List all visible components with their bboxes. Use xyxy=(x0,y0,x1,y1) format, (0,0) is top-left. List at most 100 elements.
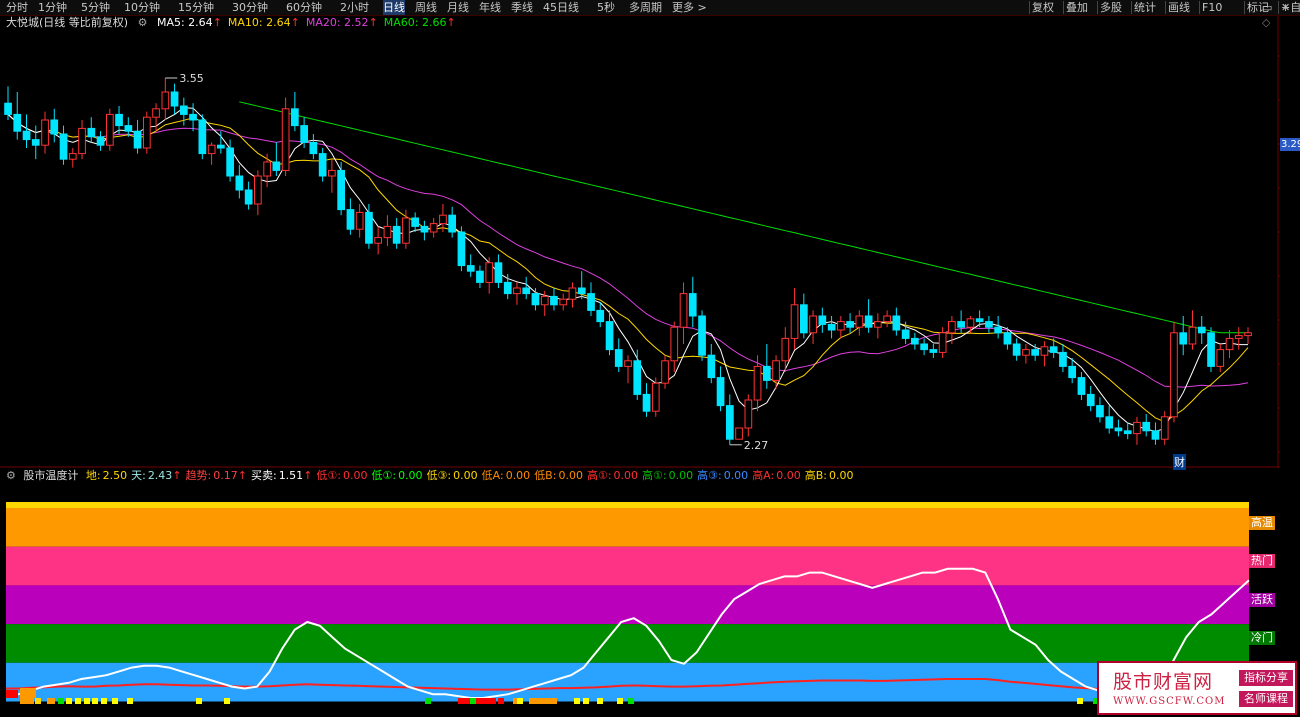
candle[interactable] xyxy=(207,144,216,155)
candle[interactable] xyxy=(883,315,891,323)
candle[interactable] xyxy=(633,360,642,395)
candle[interactable] xyxy=(735,427,743,440)
candle[interactable] xyxy=(291,108,299,127)
candle[interactable] xyxy=(1049,346,1058,353)
candle[interactable] xyxy=(670,326,679,362)
candle[interactable] xyxy=(485,262,494,283)
candle[interactable] xyxy=(1012,343,1021,356)
candle[interactable] xyxy=(226,147,235,177)
candle[interactable] xyxy=(975,318,984,323)
candle[interactable] xyxy=(59,133,68,160)
candle[interactable] xyxy=(744,399,753,429)
candle[interactable] xyxy=(763,365,771,381)
toolbar-button-5[interactable]: F10 xyxy=(1202,0,1222,15)
candle[interactable] xyxy=(716,377,725,407)
candle[interactable] xyxy=(189,113,197,121)
candle[interactable] xyxy=(957,321,965,328)
candle[interactable] xyxy=(1216,349,1225,367)
candle[interactable] xyxy=(1105,416,1114,429)
candle[interactable] xyxy=(994,326,1002,334)
candle[interactable] xyxy=(13,113,22,132)
candle[interactable] xyxy=(1133,421,1141,435)
candle[interactable] xyxy=(938,332,947,353)
period-tab-14[interactable]: 5秒 xyxy=(597,0,615,15)
candle[interactable] xyxy=(429,223,438,233)
candle[interactable] xyxy=(1022,349,1030,356)
candle[interactable] xyxy=(78,127,86,155)
candle[interactable] xyxy=(1225,337,1234,351)
period-tab-8[interactable]: 日线 xyxy=(383,0,405,15)
candle[interactable] xyxy=(522,287,531,295)
candle[interactable] xyxy=(1096,405,1104,418)
candle[interactable] xyxy=(911,337,919,345)
candle[interactable] xyxy=(679,293,688,328)
period-tab-3[interactable]: 10分钟 xyxy=(124,0,160,15)
candle[interactable] xyxy=(31,139,40,146)
candle[interactable] xyxy=(1151,430,1160,440)
toolbar-button-0[interactable]: 复权 xyxy=(1032,0,1054,15)
candle[interactable] xyxy=(901,329,910,339)
candle[interactable] xyxy=(688,293,697,317)
candle[interactable] xyxy=(124,125,133,132)
candle[interactable] xyxy=(1188,326,1197,345)
candle[interactable] xyxy=(115,113,123,127)
candle[interactable] xyxy=(170,91,179,107)
candle[interactable] xyxy=(244,189,253,205)
candle[interactable] xyxy=(1040,346,1049,356)
candle[interactable] xyxy=(87,127,96,138)
candle[interactable] xyxy=(577,287,586,295)
period-tab-10[interactable]: 月线 xyxy=(447,0,469,15)
candle[interactable] xyxy=(41,119,49,146)
restore-icon[interactable]: ▭ xyxy=(1262,1,1272,14)
candle[interactable] xyxy=(439,214,447,225)
period-tab-16[interactable]: 更多 > xyxy=(672,0,707,15)
toolbar-button-3[interactable]: 统计 xyxy=(1134,0,1156,15)
candle[interactable] xyxy=(929,349,938,353)
candle[interactable] xyxy=(513,287,521,295)
period-tab-11[interactable]: 年线 xyxy=(479,0,501,15)
candle[interactable] xyxy=(133,130,142,149)
candle[interactable] xyxy=(337,169,345,211)
candle[interactable] xyxy=(143,116,151,149)
candle[interactable] xyxy=(383,225,392,239)
candle[interactable] xyxy=(392,225,401,244)
candle[interactable] xyxy=(818,315,827,325)
period-tab-9[interactable]: 周线 xyxy=(415,0,437,15)
watermark-tag-share[interactable]: 指标分享 xyxy=(1239,670,1293,686)
candle[interactable] xyxy=(1207,332,1215,367)
candle[interactable] xyxy=(235,175,244,191)
toolbar-button-4[interactable]: 画线 xyxy=(1168,0,1190,15)
period-tab-13[interactable]: 45日线 xyxy=(543,0,579,15)
close-icon[interactable]: ✕ xyxy=(1281,1,1290,14)
candle[interactable] xyxy=(374,237,382,244)
candle[interactable] xyxy=(790,304,799,339)
candle[interactable] xyxy=(309,141,318,155)
candle[interactable] xyxy=(837,321,845,331)
candle[interactable] xyxy=(263,161,271,177)
candle[interactable] xyxy=(1086,393,1095,407)
watermark-tag-course[interactable]: 名师课程 xyxy=(1239,691,1293,707)
diamond-icon[interactable]: ◇ xyxy=(1262,16,1271,29)
candle[interactable] xyxy=(503,281,512,295)
candle[interactable] xyxy=(874,321,882,328)
candle[interactable] xyxy=(106,113,114,146)
candle[interactable] xyxy=(355,211,364,230)
candle[interactable] xyxy=(365,211,373,244)
candle[interactable] xyxy=(614,349,623,367)
candle[interactable] xyxy=(402,217,410,244)
candle[interactable] xyxy=(864,315,873,328)
candle[interactable] xyxy=(1197,326,1206,334)
toolbar-button-1[interactable]: 叠加 xyxy=(1066,0,1088,15)
candle[interactable] xyxy=(1179,332,1188,345)
candle[interactable] xyxy=(726,405,734,440)
candle[interactable] xyxy=(281,108,290,171)
candle[interactable] xyxy=(68,153,77,160)
candle[interactable] xyxy=(540,295,549,306)
period-tab-7[interactable]: 2小时 xyxy=(340,0,369,15)
candle[interactable] xyxy=(476,270,484,283)
period-tab-2[interactable]: 5分钟 xyxy=(81,0,110,15)
candle[interactable] xyxy=(420,225,429,233)
candle[interactable] xyxy=(272,161,281,171)
candle[interactable] xyxy=(753,365,762,401)
period-tab-4[interactable]: 15分钟 xyxy=(178,0,214,15)
